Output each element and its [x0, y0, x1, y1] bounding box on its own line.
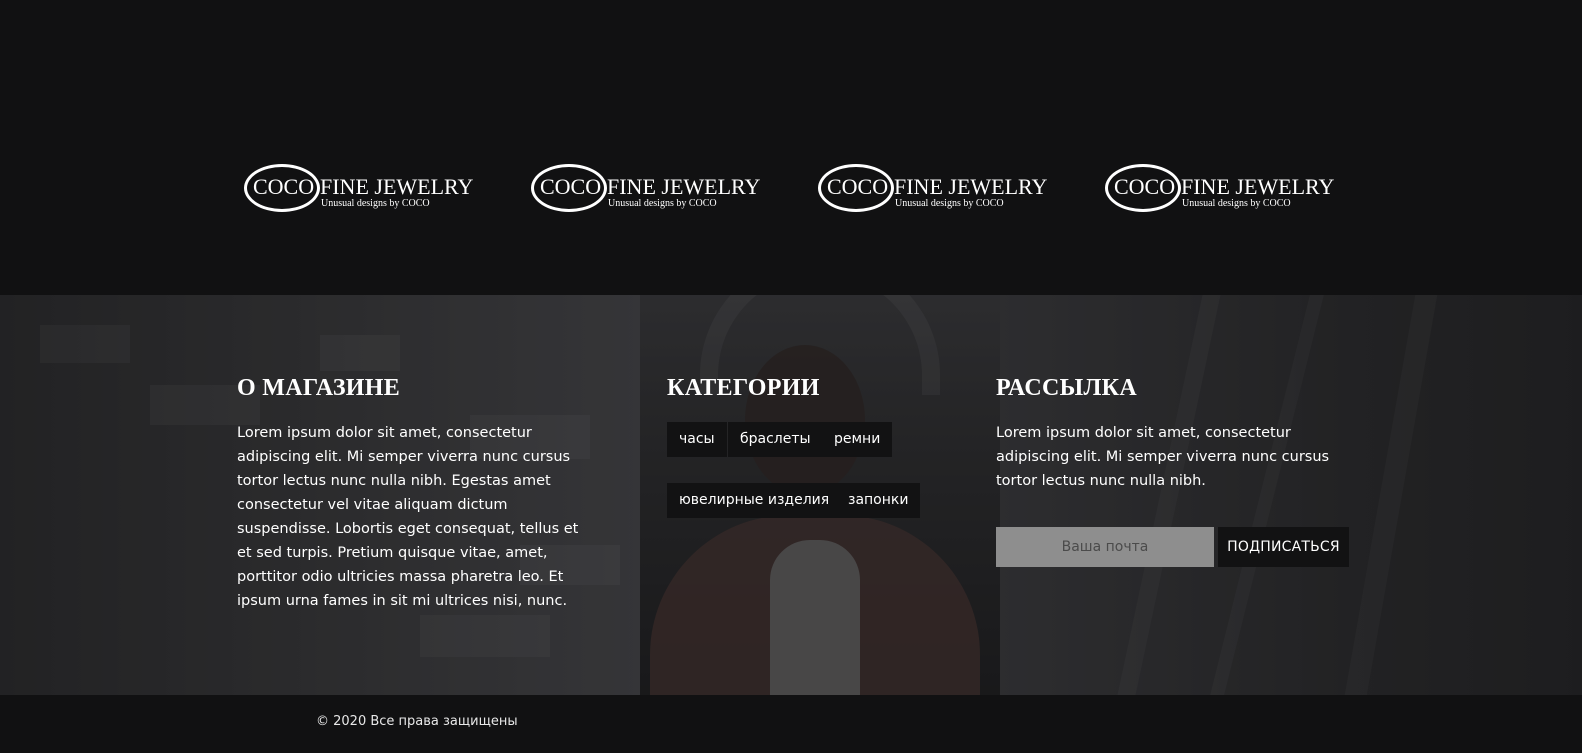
logo-tagline: Unusual designs by COCO: [1182, 198, 1291, 209]
category-tag-watches[interactable]: часы: [667, 422, 727, 457]
logo-name: FINE JEWELRY: [1181, 174, 1335, 199]
footer-main: О МАГАЗИНЕ Lorem ipsum dolor sit amet, c…: [0, 295, 1582, 695]
about-text: Lorem ipsum dolor sit amet, consectetur …: [237, 425, 579, 609]
category-tag-bracelets[interactable]: браслеты: [728, 422, 823, 457]
copyright-bar: © 2020 Все права защищены: [0, 695, 1582, 753]
logo-name: FINE JEWELRY: [320, 174, 474, 199]
category-tag-jewelry[interactable]: ювелирные изделия: [667, 483, 842, 518]
logo-tagline: Unusual designs by COCO: [321, 198, 430, 209]
subscribe-button[interactable]: ПОДПИСАТЬСЯ: [1218, 527, 1349, 567]
logo-coco-fine-jewelry[interactable]: COCO FINE JEWELRY Unusual designs by COC…: [818, 162, 1058, 214]
categories-title: КАТЕГОРИИ: [667, 375, 820, 401]
logo-mark: COCO: [253, 174, 315, 199]
logo-name: FINE JEWELRY: [607, 174, 761, 199]
category-tag-belts[interactable]: ремни: [822, 422, 893, 457]
logo-mark: COCO: [827, 174, 889, 199]
logo-mark: COCO: [540, 174, 602, 199]
logo-mark: COCO: [1114, 174, 1176, 199]
logo-coco-fine-jewelry[interactable]: COCO FINE JEWELRY Unusual designs by COC…: [531, 162, 771, 214]
logo-coco-fine-jewelry[interactable]: COCO FINE JEWELRY Unusual designs by COC…: [1105, 162, 1345, 214]
logo-name: FINE JEWELRY: [894, 174, 1048, 199]
newsletter-text: Lorem ipsum dolor sit amet, consectetur …: [996, 425, 1330, 489]
category-tag-cufflinks[interactable]: запонки: [836, 483, 921, 518]
logo-coco-fine-jewelry[interactable]: COCO FINE JEWELRY Unusual designs by COC…: [244, 162, 484, 214]
partner-logos-strip: COCO FINE JEWELRY Unusual designs by COC…: [0, 0, 1582, 295]
email-input[interactable]: [996, 527, 1214, 567]
logo-tagline: Unusual designs by COCO: [895, 198, 1004, 209]
newsletter-title: РАССЫЛКА: [996, 375, 1137, 401]
copyright-text: © 2020 Все права защищены: [316, 714, 518, 729]
about-title: О МАГАЗИНЕ: [237, 375, 401, 401]
logo-tagline: Unusual designs by COCO: [608, 198, 717, 209]
